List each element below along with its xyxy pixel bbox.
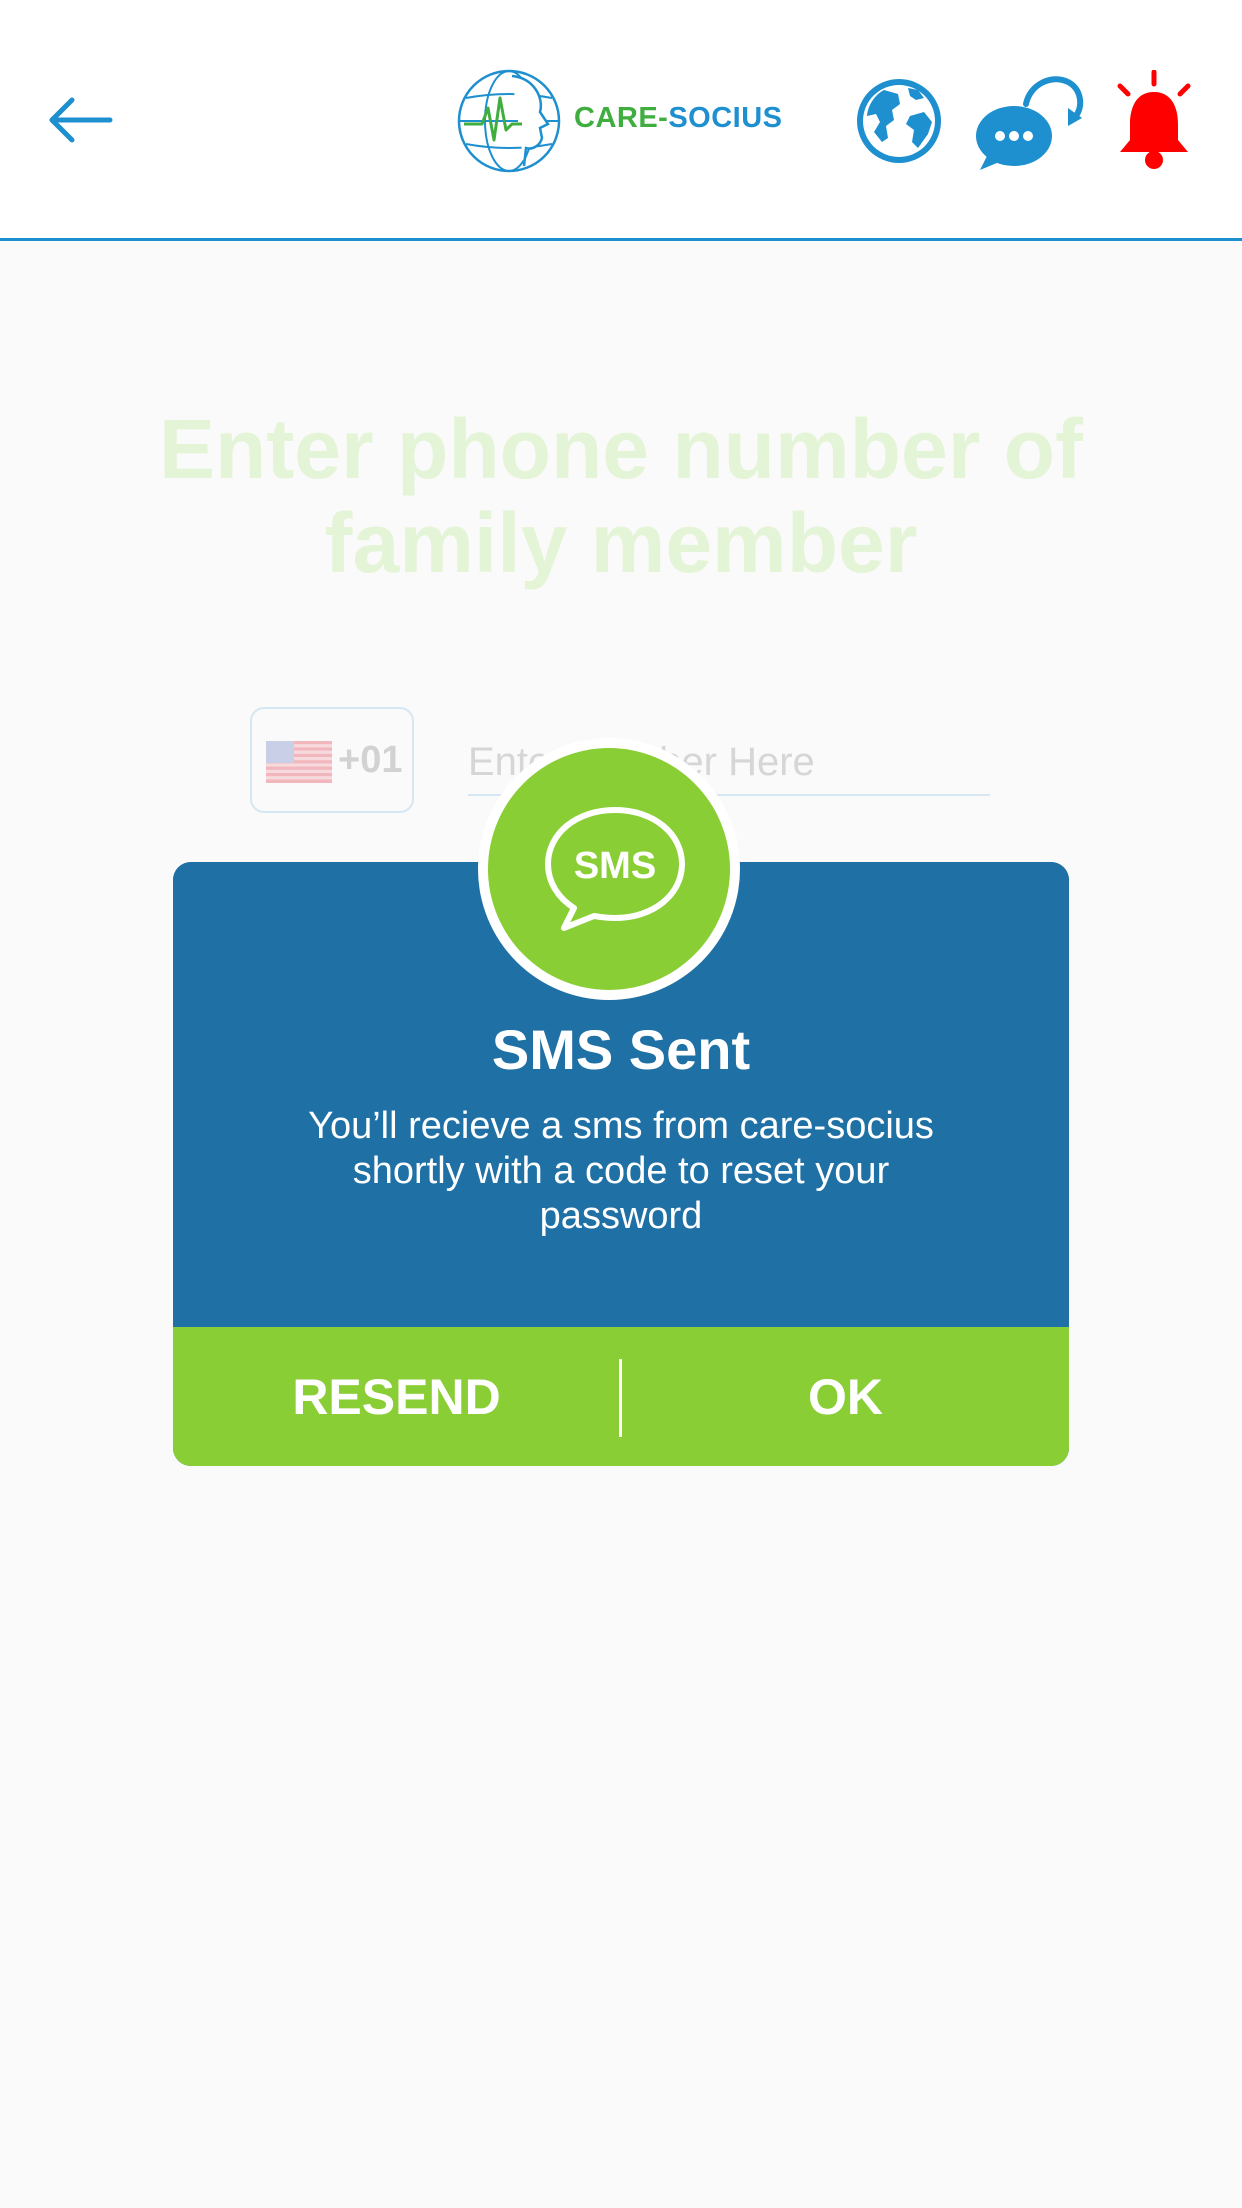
chat-button[interactable] — [976, 72, 1084, 172]
globe-icon — [857, 79, 941, 163]
alert-button[interactable] — [1114, 69, 1194, 172]
logo-wordmark: CARE-SOCIUS — [574, 102, 783, 135]
logo-word-socius: SOCIUS — [668, 102, 783, 134]
phone-number-screen: CARE-SOCIUS Enter phone number of family… — [0, 0, 1242, 2208]
ok-button[interactable]: OK — [622, 1327, 1069, 1466]
back-arrow-icon — [49, 97, 113, 143]
care-socius-logo: CARE-SOCIUS — [456, 68, 796, 174]
resend-button[interactable]: RESEND — [173, 1327, 620, 1466]
sms-bubble-icon: SMS — [545, 807, 685, 931]
country-dial-code: +01 — [338, 739, 403, 781]
logo-dash: - — [658, 102, 669, 134]
language-button[interactable] — [854, 76, 944, 166]
dialog-actions: RESEND OK — [173, 1327, 1069, 1466]
sms-badge-circle: SMS — [488, 748, 730, 990]
back-button[interactable] — [46, 90, 118, 150]
alarm-bell-icon — [1117, 69, 1191, 169]
country-code-picker[interactable]: +01 — [250, 707, 414, 813]
sms-badge: SMS — [478, 738, 740, 1000]
dialog-message: You’ll recieve a sms from care-socius sh… — [308, 1105, 934, 1237]
logo-word-care: CARE — [574, 102, 659, 134]
app-header: CARE-SOCIUS — [0, 0, 1242, 241]
logo-globe-head-icon — [457, 69, 561, 173]
us-flag-icon — [266, 741, 332, 783]
sms-icon-label: SMS — [574, 845, 656, 887]
page-title: Enter phone number of family member — [159, 402, 1083, 590]
chat-bubbles-icon — [976, 76, 1084, 170]
dialog-title: SMS Sent — [491, 1018, 751, 1081]
